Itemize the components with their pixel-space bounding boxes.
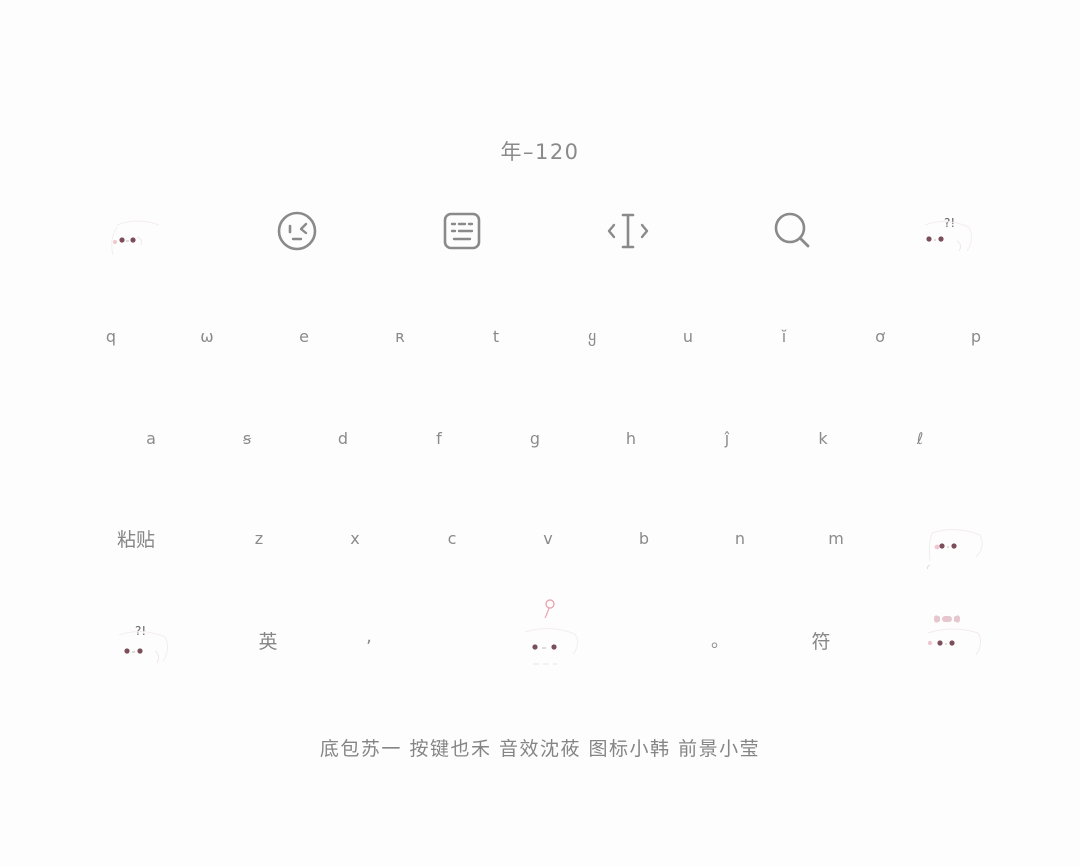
backspace-key[interactable] <box>920 521 990 571</box>
search-button[interactable] <box>763 201 823 261</box>
key-k[interactable]: k <box>793 416 853 460</box>
key-a[interactable]: a <box>121 416 181 460</box>
key-d[interactable]: d <box>313 416 373 460</box>
key-r[interactable]: ʀ <box>370 314 430 358</box>
symbols-key[interactable]: 符 <box>791 618 851 662</box>
key-j[interactable]: ĵ <box>697 416 757 460</box>
emoji-button[interactable] <box>267 201 327 261</box>
key-b[interactable]: b <box>614 516 674 560</box>
credits-text: 底包苏一 按键也禾 音效沈莜 图标小韩 前景小莹 <box>319 738 761 760</box>
bow-face-icon <box>927 615 982 656</box>
sticker-face-question-icon: ?! <box>924 216 973 252</box>
key-l[interactable]: ℓ <box>890 416 950 460</box>
keyboard-icon <box>443 212 481 250</box>
key-e[interactable]: e <box>274 314 334 358</box>
key-o[interactable]: ơ <box>850 314 910 358</box>
theme-title: 年–120 <box>500 140 580 164</box>
sticker-face-icon <box>926 529 983 570</box>
key-n[interactable]: n <box>710 516 770 560</box>
key-x[interactable]: x <box>325 516 385 560</box>
key-y[interactable]: ყ <box>562 314 622 358</box>
question-mark-label: ?! <box>944 216 955 230</box>
search-icon <box>774 212 810 248</box>
balloon-face-icon <box>524 599 579 665</box>
key-z[interactable]: z <box>229 516 289 560</box>
sticker-face-icon <box>111 220 160 256</box>
key-w[interactable]: ω <box>177 314 237 358</box>
key-t[interactable]: t <box>466 314 526 358</box>
key-f[interactable]: f <box>409 416 469 460</box>
key-c[interactable]: c <box>422 516 482 560</box>
key-m[interactable]: m <box>806 516 866 560</box>
cursor-move-button[interactable] <box>598 201 658 261</box>
key-u[interactable]: u <box>658 314 718 358</box>
key-h[interactable]: h <box>601 416 661 460</box>
emoji-icon <box>277 211 317 251</box>
symbol-sticker-key[interactable]: ?! <box>107 621 177 671</box>
key-v[interactable]: v <box>518 516 578 560</box>
space-key[interactable] <box>475 592 615 672</box>
cursor-move-icon <box>607 213 649 249</box>
comma-key[interactable]: , <box>339 614 399 658</box>
sticker-face-question-icon: ?! <box>118 624 169 664</box>
key-s[interactable]: ꞩ <box>217 416 277 460</box>
keyboard-switch-button[interactable] <box>432 201 492 261</box>
language-switch-key[interactable]: 英 <box>238 618 298 662</box>
sticker-face-question-button[interactable]: ?! <box>911 211 981 261</box>
key-g[interactable]: ց <box>505 416 565 460</box>
key-q[interactable]: q <box>81 314 141 358</box>
enter-key[interactable] <box>918 611 988 661</box>
paste-key[interactable]: 粘贴 <box>106 516 166 560</box>
sticker-face-button[interactable] <box>103 215 173 265</box>
key-p[interactable]: p <box>946 314 1006 358</box>
key-i[interactable]: ĭ <box>754 314 814 358</box>
period-key[interactable]: 。 <box>690 618 750 662</box>
